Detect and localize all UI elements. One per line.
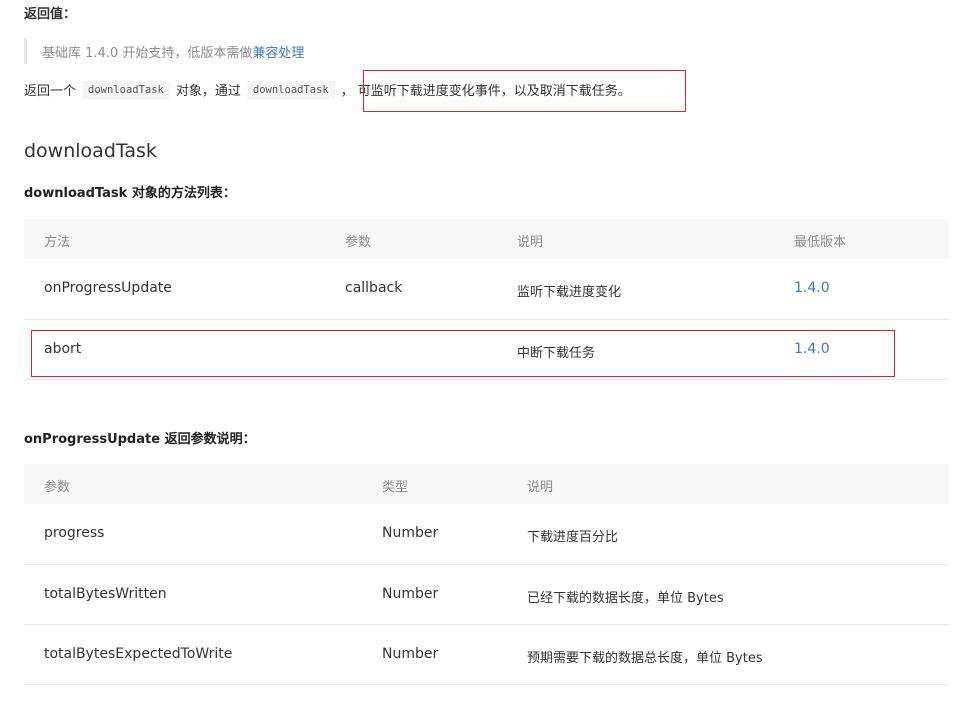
param-desc: 下载进度百分比: [527, 530, 619, 545]
param-type: Number: [382, 586, 439, 602]
row-divider: [24, 684, 949, 685]
progress-col-param: 参数: [44, 480, 71, 495]
progress-heading-bold: onProgressUpdate: [24, 432, 161, 447]
version-note-text: 基础库 1.4.0 开始支持，低版本需做: [42, 46, 253, 61]
methods-heading-rest: 对象的方法列表：: [127, 186, 236, 201]
row-divider: [24, 319, 949, 320]
method-name: onProgressUpdate: [44, 280, 172, 296]
inline-code-downloadtask: downloadTask: [82, 80, 170, 99]
row-divider: [24, 624, 949, 625]
section-title: downloadTask: [24, 140, 157, 162]
progress-table-header: [24, 464, 949, 504]
inline-code-downloadtask: downloadTask: [246, 80, 335, 99]
method-param: callback: [345, 280, 403, 296]
methods-heading-bold: downloadTask: [24, 186, 128, 201]
method-version: 1.4.0: [794, 280, 830, 296]
row-divider: [24, 564, 949, 565]
progress-col-type: 类型: [382, 480, 409, 495]
methods-col-method: 方法: [44, 235, 71, 250]
methods-col-desc: 说明: [517, 235, 544, 250]
compat-link[interactable]: 兼容处理: [252, 46, 304, 61]
param-name: progress: [44, 525, 105, 541]
highlight-box-abort-row: [31, 330, 895, 377]
intro-text-1: 返回一个: [24, 84, 77, 99]
highlight-box-intro: [363, 70, 686, 112]
progress-heading-rest: 返回参数说明：: [160, 432, 256, 447]
intro-text-2: 对象，通过: [175, 84, 241, 99]
methods-heading: downloadTask 对象的方法列表：: [24, 182, 236, 201]
param-desc: 预期需要下载的数据总长度，单位 Bytes: [527, 651, 763, 666]
param-type: Number: [382, 646, 439, 662]
methods-col-param: 参数: [345, 235, 372, 250]
param-desc: 已经下载的数据长度，单位 Bytes: [527, 591, 724, 606]
param-name: totalBytesExpectedToWrite: [44, 646, 233, 662]
row-divider: [24, 379, 949, 380]
return-value-label: 返回值：: [24, 7, 77, 22]
blockquote-bar: [24, 38, 27, 64]
param-type: Number: [382, 525, 439, 541]
param-name: totalBytesWritten: [44, 586, 167, 602]
intro-text-3: ，: [340, 84, 354, 99]
version-note: 基础库 1.4.0 开始支持，低版本需做兼容处理: [42, 42, 304, 61]
progress-heading: onProgressUpdate 返回参数说明：: [24, 428, 256, 447]
progress-col-desc: 说明: [527, 480, 554, 495]
method-desc: 监听下载进度变化: [517, 285, 622, 300]
methods-col-version: 最低版本: [794, 235, 847, 250]
